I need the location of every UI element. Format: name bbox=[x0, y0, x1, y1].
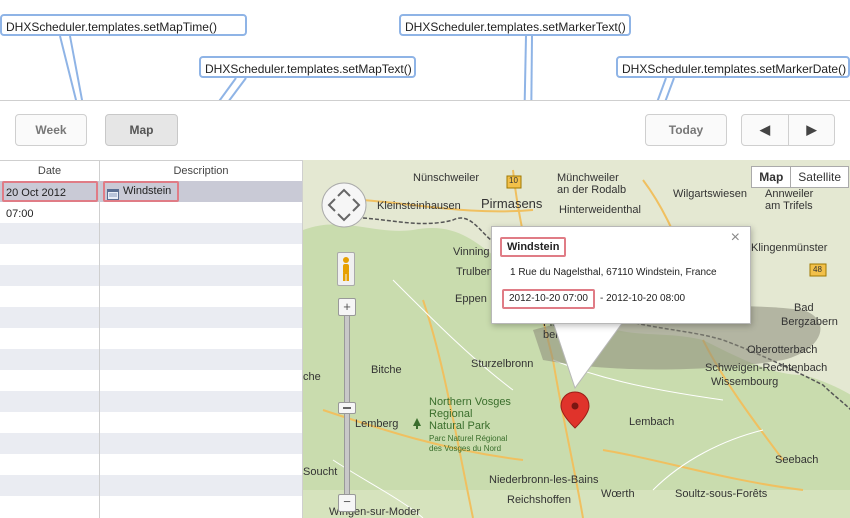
arrow-right-icon: ▶ bbox=[806, 122, 817, 137]
close-icon[interactable]: × bbox=[731, 229, 740, 247]
empty-row bbox=[0, 265, 302, 286]
callout-set-marker-date: DHXScheduler.templates.setMarkerDate() bbox=[616, 56, 850, 78]
event-grid: 20 Oct 2012 07:00 Windstein bbox=[0, 181, 302, 518]
empty-row bbox=[0, 412, 302, 433]
empty-row bbox=[0, 496, 302, 517]
today-button[interactable]: Today bbox=[645, 114, 727, 146]
column-divider bbox=[99, 160, 100, 518]
empty-row bbox=[0, 223, 302, 244]
next-button[interactable]: ▶ bbox=[788, 114, 835, 146]
event-date-cell: 20 Oct 2012 07:00 bbox=[2, 181, 98, 220]
scheduler-toolbar: Week Map Today ◀ ▶ bbox=[0, 100, 850, 161]
marker-title: Windstein bbox=[500, 237, 567, 257]
empty-row bbox=[0, 286, 302, 307]
empty-row bbox=[0, 475, 302, 496]
arrow-left-icon: ◀ bbox=[760, 122, 770, 137]
calendar-icon bbox=[107, 187, 119, 200]
column-header-date[interactable]: Date bbox=[0, 161, 99, 181]
prev-button[interactable]: ◀ bbox=[741, 114, 789, 146]
callout-set-marker-text: DHXScheduler.templates.setMarkerText() bbox=[399, 14, 631, 36]
empty-row bbox=[0, 202, 302, 223]
marker-start-date: 2012-10-20 07:00 bbox=[502, 289, 595, 309]
empty-row bbox=[0, 454, 302, 475]
week-tab-button[interactable]: Week bbox=[15, 114, 87, 146]
empty-row bbox=[0, 328, 302, 349]
map-view[interactable]: Nünschweiler Münchweiler an der Rodalb K… bbox=[302, 160, 850, 518]
callout-set-map-text: DHXScheduler.templates.setMapText() bbox=[199, 56, 416, 78]
empty-row bbox=[0, 307, 302, 328]
empty-row bbox=[0, 433, 302, 454]
empty-row bbox=[0, 244, 302, 265]
event-description-cell: Windstein bbox=[123, 185, 172, 197]
marker-end-date: - 2012-10-20 08:00 bbox=[600, 293, 686, 304]
grid-header: Date Description bbox=[0, 160, 302, 182]
map-tab-button[interactable]: Map bbox=[105, 114, 178, 146]
column-header-description[interactable]: Description bbox=[100, 161, 302, 181]
popup-tail bbox=[552, 321, 624, 390]
event-row[interactable]: 20 Oct 2012 07:00 Windstein bbox=[0, 181, 302, 220]
empty-row bbox=[0, 391, 302, 412]
marker-info-window: Windstein × 1 Rue du Nagelsthal, 67110 W… bbox=[491, 226, 751, 324]
marker-address: 1 Rue du Nagelsthal, 67110 Windstein, Fr… bbox=[510, 267, 717, 278]
callout-set-map-time: DHXScheduler.templates.setMapTime() bbox=[0, 14, 247, 36]
empty-row bbox=[0, 370, 302, 391]
empty-row bbox=[0, 349, 302, 370]
event-description-highlight: Windstein bbox=[103, 181, 179, 202]
